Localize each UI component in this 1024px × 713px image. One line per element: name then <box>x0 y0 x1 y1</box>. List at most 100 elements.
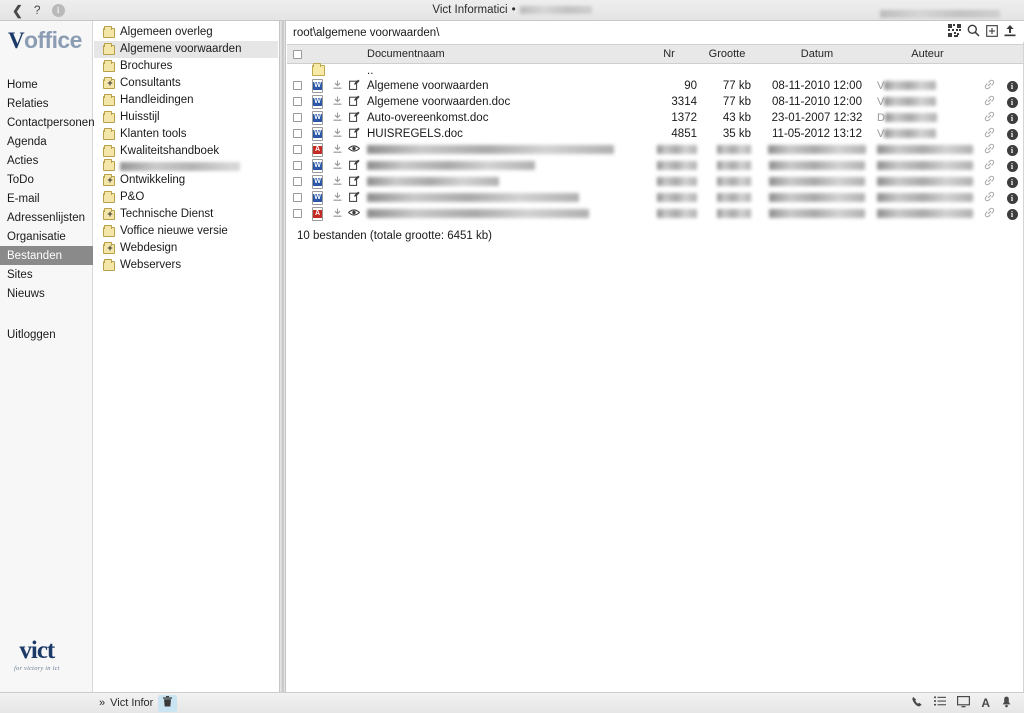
sidebar-item-organisatie[interactable]: Organisatie <box>0 227 93 246</box>
folder-tree-item[interactable]: Webdesign <box>94 240 278 257</box>
row-select-cell[interactable] <box>287 110 307 126</box>
folder-tree-item[interactable]: Webservers <box>94 257 278 274</box>
row-checkbox[interactable] <box>292 145 302 155</box>
folder-expand-icon[interactable] <box>103 76 116 90</box>
trash-icon[interactable] <box>158 694 178 712</box>
link-icon[interactable] <box>984 175 995 189</box>
file-link-cell[interactable] <box>978 142 1000 158</box>
download-icon[interactable] <box>333 80 342 93</box>
table-row[interactable]: Ai <box>287 206 1024 222</box>
download-icon[interactable] <box>333 208 342 221</box>
file-info-cell[interactable]: i <box>1000 190 1024 206</box>
download-cell[interactable] <box>329 174 345 190</box>
file-link-cell[interactable] <box>978 126 1000 142</box>
row-info-icon[interactable]: i <box>1006 81 1018 92</box>
row-select-cell[interactable] <box>287 158 307 174</box>
download-cell[interactable] <box>329 94 345 110</box>
row-checkbox[interactable] <box>292 113 302 123</box>
file-name-cell[interactable] <box>363 174 641 190</box>
row-checkbox[interactable] <box>292 81 302 91</box>
monitor-icon[interactable] <box>957 695 971 711</box>
file-name-cell[interactable] <box>363 142 641 158</box>
select-all-header[interactable] <box>287 44 307 64</box>
edit-icon[interactable] <box>348 175 360 189</box>
sidebar-item-nieuws[interactable]: Nieuws <box>0 284 93 303</box>
pane-splitter[interactable] <box>279 21 286 692</box>
file-name-cell[interactable]: HUISREGELS.doc <box>363 126 641 142</box>
file-name-cell[interactable]: Algemene voorwaarden.doc <box>363 94 641 110</box>
preview-eye-icon[interactable] <box>347 145 361 156</box>
file-info-cell[interactable]: i <box>1000 206 1024 222</box>
row-info-icon[interactable]: i <box>1006 193 1018 204</box>
download-cell[interactable] <box>329 126 345 142</box>
row-checkbox[interactable] <box>292 209 302 219</box>
row-select-cell[interactable] <box>287 142 307 158</box>
sidebar-item-adressenlijsten[interactable]: Adressenlijsten <box>0 208 93 227</box>
folder-tree-item[interactable]: Algemeen overleg <box>94 24 278 41</box>
column-header-grootte[interactable]: Grootte <box>703 44 761 64</box>
view-cell[interactable] <box>345 142 363 158</box>
folder-tree-item[interactable]: Technische Dienst <box>94 206 278 223</box>
row-checkbox[interactable] <box>292 177 302 187</box>
row-select-cell[interactable] <box>287 190 307 206</box>
edit-cell[interactable] <box>345 94 363 110</box>
table-row[interactable]: W Auto-overeenkomst.doc 1372 43 kb 23-01-200… <box>287 110 1024 126</box>
table-row[interactable]: Wi <box>287 158 1024 174</box>
file-link-cell[interactable] <box>978 206 1000 222</box>
status-label[interactable]: Vict Infor <box>110 697 153 709</box>
row-select-cell[interactable] <box>287 206 307 222</box>
sidebar-item-contactpersonen[interactable]: Contactpersonen <box>0 113 95 132</box>
folder-expand-icon[interactable] <box>103 173 116 187</box>
edit-cell[interactable] <box>345 126 363 142</box>
sidebar-item-home[interactable]: Home <box>0 75 93 94</box>
file-name-cell[interactable] <box>363 158 641 174</box>
table-row[interactable]: W HUISREGELS.doc 4851 35 kb 11-05-2012 13:12… <box>287 126 1024 142</box>
file-info-cell[interactable]: i <box>1000 126 1024 142</box>
file-name-cell[interactable] <box>363 206 641 222</box>
table-row[interactable]: W Algemene voorwaarden.doc 3314 77 kb 08-11-… <box>287 94 1024 110</box>
download-cell[interactable] <box>329 110 345 126</box>
file-link-cell[interactable] <box>978 190 1000 206</box>
file-info-cell[interactable]: i <box>1000 94 1024 110</box>
sidebar-item-sites[interactable]: Sites <box>0 265 93 284</box>
row-info-icon[interactable]: i <box>1006 177 1018 188</box>
link-icon[interactable] <box>984 111 995 125</box>
edit-icon[interactable] <box>348 79 360 93</box>
link-icon[interactable] <box>984 95 995 109</box>
download-icon[interactable] <box>333 176 342 189</box>
sidebar-item-acties[interactable]: Acties <box>0 151 93 170</box>
new-folder-icon[interactable] <box>986 24 998 41</box>
edit-cell[interactable] <box>345 110 363 126</box>
file-info-cell[interactable]: i <box>1000 78 1024 94</box>
folder-tree-item[interactable]: Klanten tools <box>94 126 278 143</box>
folder-expand-icon[interactable] <box>103 207 116 221</box>
folder-tree-item[interactable]: Brochures <box>94 58 278 75</box>
download-icon[interactable] <box>333 160 342 173</box>
column-header-datum[interactable]: Datum <box>761 44 873 64</box>
file-info-cell[interactable]: i <box>1000 158 1024 174</box>
download-cell[interactable] <box>329 142 345 158</box>
preview-eye-icon[interactable] <box>347 209 361 220</box>
folder-tree-item[interactable] <box>94 159 278 172</box>
row-info-icon[interactable]: i <box>1006 161 1018 172</box>
download-icon[interactable] <box>333 128 342 141</box>
file-link-cell[interactable] <box>978 158 1000 174</box>
link-icon[interactable] <box>984 127 995 141</box>
file-info-cell[interactable]: i <box>1000 110 1024 126</box>
row-checkbox[interactable] <box>292 97 302 107</box>
edit-icon[interactable] <box>348 127 360 141</box>
file-name-cell[interactable] <box>363 190 641 206</box>
link-icon[interactable] <box>984 207 995 221</box>
folder-tree-item[interactable]: Voffice nieuwe versie <box>94 223 278 240</box>
table-row[interactable]: W Algemene voorwaarden 90 77 kb 08-11-2010 1… <box>287 78 1024 94</box>
list-icon[interactable] <box>934 696 947 710</box>
sidebar-item-relaties[interactable]: Relaties <box>0 94 93 113</box>
sidebar-item-todo[interactable]: ToDo <box>0 170 93 189</box>
file-info-cell[interactable]: i <box>1000 174 1024 190</box>
folder-tree-item[interactable]: P&O <box>94 189 278 206</box>
folder-tree-item[interactable]: Ontwikkeling <box>94 172 278 189</box>
link-icon[interactable] <box>984 159 995 173</box>
select-all-checkbox[interactable] <box>292 49 302 59</box>
edit-icon[interactable] <box>348 159 360 173</box>
folder-tree-item[interactable]: Kwaliteitshandboek <box>94 143 278 160</box>
